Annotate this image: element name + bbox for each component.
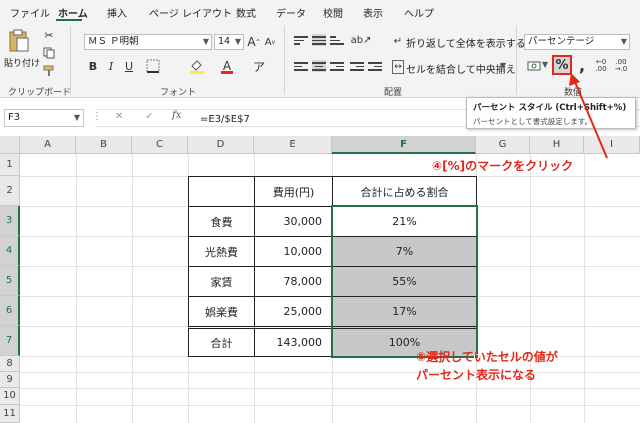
annotation-step4: ④[%]のマークをクリック	[432, 159, 574, 173]
annotation-step5-line2: パーセント表示になる	[416, 368, 537, 382]
annotation-step5-line1: ⑤選択していたセルの値が	[416, 350, 558, 364]
